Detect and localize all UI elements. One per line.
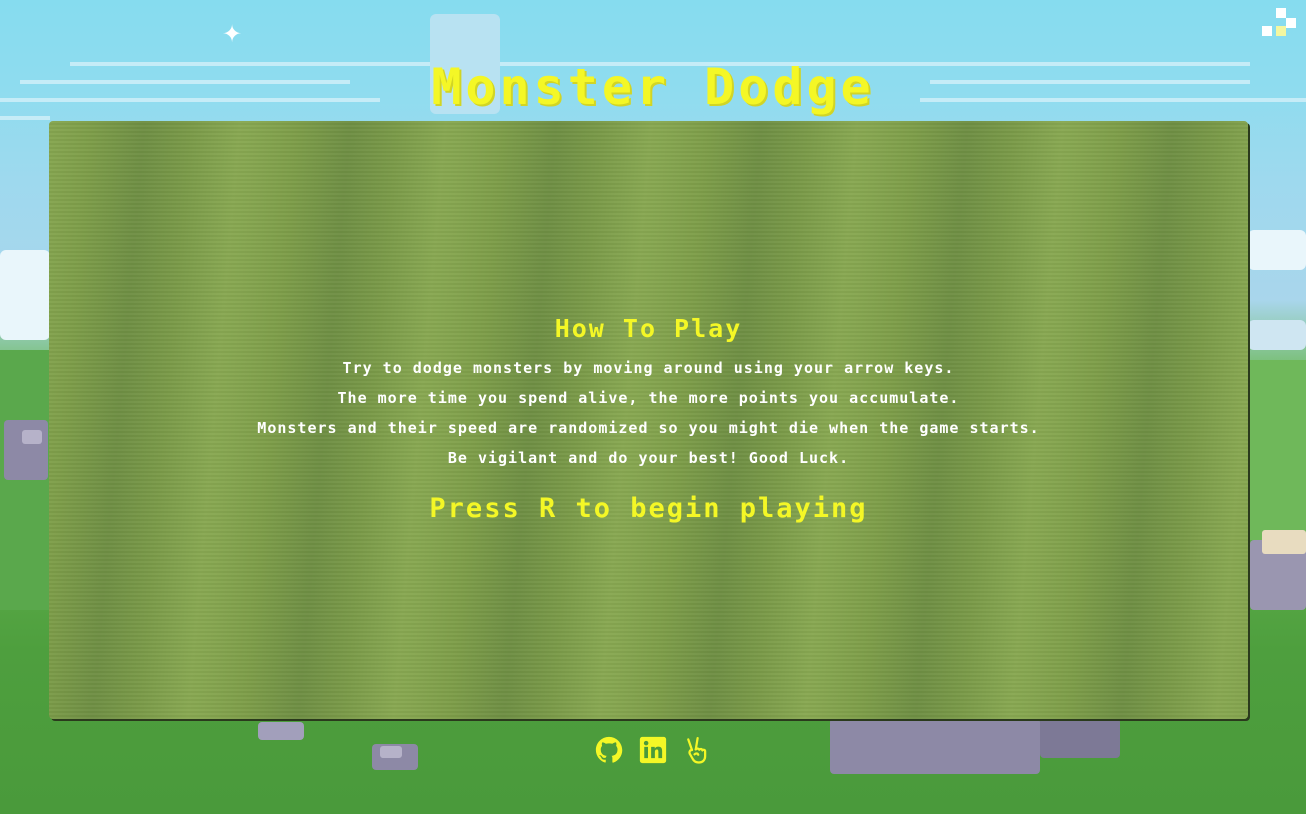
game-board[interactable]: How To Play Try to dodge monsters by mov… <box>49 121 1248 719</box>
page-title: Monster Dodge <box>431 58 875 116</box>
cloud-streak <box>0 116 50 120</box>
rock-highlight <box>22 430 42 444</box>
instruction-line: Try to dodge monsters by moving around u… <box>342 359 955 377</box>
cloud <box>1248 320 1306 350</box>
instruction-line: Monsters and their speed are randomized … <box>257 419 1040 437</box>
linkedin-link[interactable] <box>637 734 669 766</box>
rock-highlight <box>1262 530 1306 554</box>
hill <box>0 350 50 610</box>
cloud <box>1248 230 1306 270</box>
peace-hand-link[interactable] <box>681 734 713 766</box>
github-icon <box>595 736 623 763</box>
cloud <box>0 250 50 340</box>
start-prompt: Press R to begin playing <box>429 493 868 524</box>
pixel-decoration <box>1276 8 1286 18</box>
rock <box>4 420 48 480</box>
github-link[interactable] <box>593 734 625 766</box>
footer-links <box>0 734 1306 766</box>
instructions-panel: How To Play Try to dodge monsters by mov… <box>49 311 1248 529</box>
hill <box>1248 360 1306 540</box>
how-to-play-heading: How To Play <box>554 314 743 343</box>
linkedin-icon <box>639 736 667 764</box>
pixel-decoration <box>1286 18 1296 28</box>
sparkle-icon: ✦ <box>222 20 243 48</box>
instruction-line: Be vigilant and do your best! Good Luck. <box>447 449 850 467</box>
pixel-decoration <box>1262 26 1272 36</box>
instruction-line: The more time you spend alive, the more … <box>337 389 960 407</box>
pixel-decoration <box>1276 26 1286 36</box>
peace-hand-icon <box>687 737 707 764</box>
